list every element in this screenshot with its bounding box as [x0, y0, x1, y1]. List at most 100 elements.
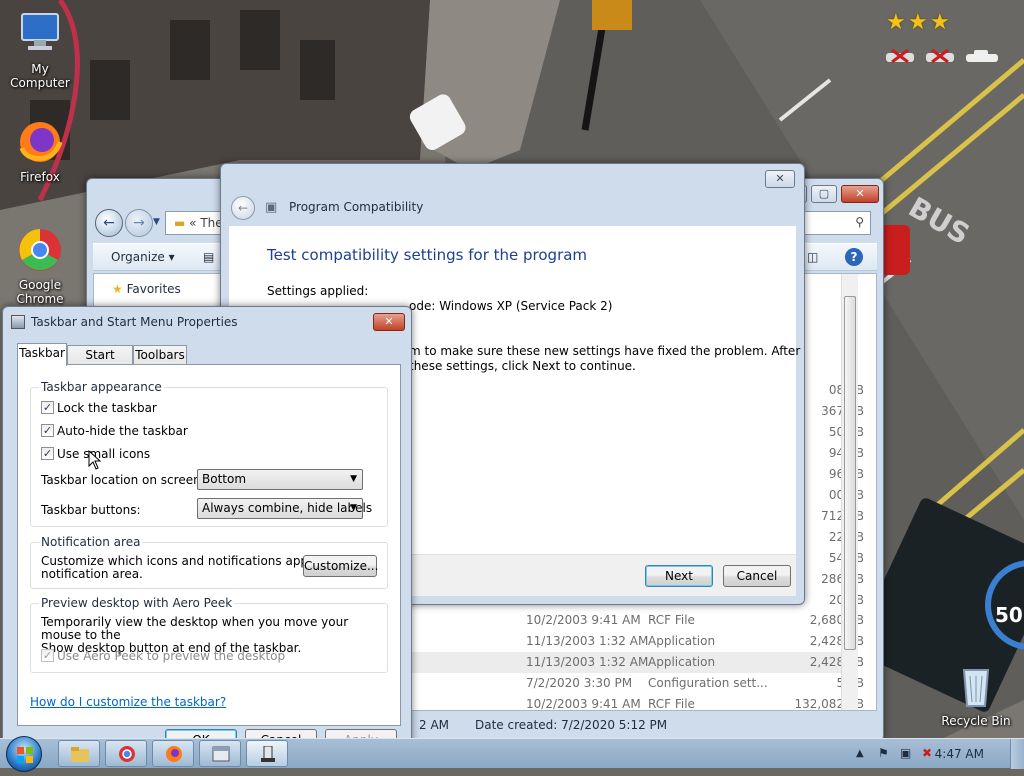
wanted-star-icon: ★: [886, 10, 906, 35]
vertical-scrollbar[interactable]: [841, 274, 858, 710]
buttons-label: Taskbar buttons:: [41, 503, 141, 517]
network-icon[interactable]: ▣: [900, 746, 911, 760]
taskbar: ▲ ⚑ ▣ ✖ 4:47 AM: [0, 736, 1024, 772]
buttons-select[interactable]: Always combine, hide labels ▼: [197, 498, 372, 519]
taskbar-icon: [11, 315, 25, 329]
maximize-button[interactable]: ▢: [811, 185, 837, 203]
forward-button[interactable]: →: [125, 209, 153, 237]
taskbar-properties-button[interactable]: [246, 740, 288, 767]
taskbar-appearance-group: Taskbar appearance ✓ Lock the taskbar ✓ …: [30, 380, 388, 527]
checkbox-checked-icon[interactable]: ✓: [41, 401, 54, 414]
chrome-icon: [119, 746, 135, 762]
close-button[interactable]: ✕: [373, 313, 405, 331]
firefox-icon: [166, 746, 182, 762]
checkbox-label: Use small icons: [57, 447, 151, 461]
car-icon: [966, 50, 998, 62]
firefox-icon: [16, 118, 64, 166]
desktop-icon-label: My Computer: [10, 62, 70, 90]
nav-item-favorites[interactable]: ★ Favorites: [112, 282, 181, 296]
taskbar-explorer-button[interactable]: [58, 740, 100, 767]
desktop-icon-chrome[interactable]: Google Chrome: [0, 226, 80, 306]
address-text: « The: [189, 216, 223, 230]
history-dropdown-icon[interactable]: ▼: [153, 217, 160, 227]
svg-text:50: 50: [995, 603, 1023, 627]
tab-taskbar[interactable]: Taskbar: [17, 343, 67, 366]
chevron-down-icon: ▼: [350, 503, 357, 513]
wanted-star-icon: ★: [930, 10, 950, 35]
compatibility-icon: ▣: [265, 200, 278, 215]
file-type: RCF File: [648, 613, 695, 627]
group-label: Taskbar appearance: [39, 380, 164, 394]
show-desktop-button[interactable]: [1010, 739, 1024, 769]
desktop-icon-label: Firefox: [20, 170, 60, 184]
close-button[interactable]: ✕: [841, 185, 879, 203]
properties-icon[interactable]: ▤: [203, 250, 214, 264]
help-link[interactable]: How do I customize the taskbar?: [30, 695, 226, 709]
game-hud: ★ ★ ★: [884, 12, 1006, 64]
preview-pane-icon[interactable]: ◫: [807, 250, 818, 264]
select-value: Always combine, hide labels: [202, 501, 373, 515]
customize-button[interactable]: Customize...: [303, 555, 378, 577]
window-title: Program Compatibility: [289, 200, 424, 214]
taskbar-chrome-button[interactable]: [105, 740, 147, 767]
taskbar-compatibility-button[interactable]: [199, 740, 241, 767]
file-date: 10/2/2003 9:41 AM: [526, 697, 641, 711]
checkbox-checked-icon[interactable]: ✓: [41, 649, 54, 662]
show-hidden-icons-button[interactable]: ▲: [856, 748, 864, 759]
taskbar-settings-icon: [261, 746, 275, 762]
status-created: Date created: 7/2/2020 5:12 PM: [475, 718, 668, 732]
file-type: RCF File: [648, 697, 695, 711]
wrecked-car-icon: [926, 48, 954, 64]
checkbox-checked-icon[interactable]: ✓: [41, 424, 54, 437]
program-window-icon: [212, 746, 230, 762]
organize-label: Organize: [111, 250, 165, 264]
select-value: Bottom: [202, 472, 247, 486]
volume-muted-icon[interactable]: ✖: [922, 746, 932, 760]
search-icon: ⚲: [855, 215, 864, 229]
desktop-icon-label: Recycle Bin: [941, 714, 1011, 728]
status-text: 2 AM: [419, 718, 450, 732]
wanted-star-icon: ★: [908, 10, 928, 35]
checkbox-label: Use Aero Peek to preview the desktop: [57, 649, 286, 663]
file-type: Configuration sett...: [648, 676, 768, 690]
file-date: 11/13/2003 1:32 AM: [526, 655, 649, 669]
window-title: Taskbar and Start Menu Properties: [31, 315, 238, 329]
taskbar-firefox-button[interactable]: [152, 740, 194, 767]
back-button[interactable]: ←: [95, 209, 123, 237]
taskbar-tab-panel: Taskbar appearance ✓ Lock the taskbar ✓ …: [17, 364, 401, 726]
page-heading: Test compatibility settings for the prog…: [267, 246, 588, 264]
chrome-icon: [16, 226, 64, 274]
wrecked-car-icon: [886, 48, 914, 64]
checkbox-checked-icon[interactable]: ✓: [41, 447, 54, 460]
cancel-button[interactable]: Cancel: [723, 565, 791, 587]
mouse-cursor-icon: [88, 450, 102, 470]
close-button[interactable]: ✕: [765, 170, 795, 188]
back-button[interactable]: ←: [231, 196, 255, 220]
instruction-text: m to make sure these new settings have f…: [409, 344, 801, 358]
action-center-icon[interactable]: ⚑: [878, 746, 889, 760]
scrollbar-thumb[interactable]: [844, 296, 856, 650]
desktop-icon-recycle-bin[interactable]: Recycle Bin: [936, 662, 1016, 728]
tab-toolbars[interactable]: Toolbars: [133, 345, 187, 365]
star-icon: ★: [112, 282, 123, 296]
description-line: Temporarily view the desktop when you mo…: [41, 615, 349, 642]
location-select[interactable]: Bottom ▼: [197, 469, 363, 490]
organize-menu[interactable]: Organize ▾: [111, 250, 175, 264]
system-clock[interactable]: 4:47 AM: [935, 739, 984, 769]
computer-icon: [16, 10, 64, 58]
file-type: Application: [648, 634, 716, 648]
compat-mode-value: ode: Windows XP (Service Pack 2): [409, 299, 613, 313]
recycle-bin-icon: [952, 662, 1000, 710]
help-icon[interactable]: ?: [845, 248, 863, 266]
file-type: Application: [648, 655, 716, 669]
desktop-icon-firefox[interactable]: Firefox: [0, 118, 80, 184]
settings-applied-label: Settings applied:: [267, 284, 369, 298]
desktop-icon-my-computer[interactable]: My Computer: [0, 10, 80, 90]
tab-start-menu[interactable]: Start Menu: [67, 345, 133, 380]
start-button[interactable]: [6, 736, 42, 772]
file-date: 11/13/2003 1:32 AM: [526, 634, 649, 648]
folder-icon: [71, 747, 89, 762]
next-button[interactable]: Next: [645, 565, 713, 587]
desktop-icon-label: Google Chrome: [16, 278, 64, 306]
nav-item-label: Favorites: [126, 282, 181, 296]
